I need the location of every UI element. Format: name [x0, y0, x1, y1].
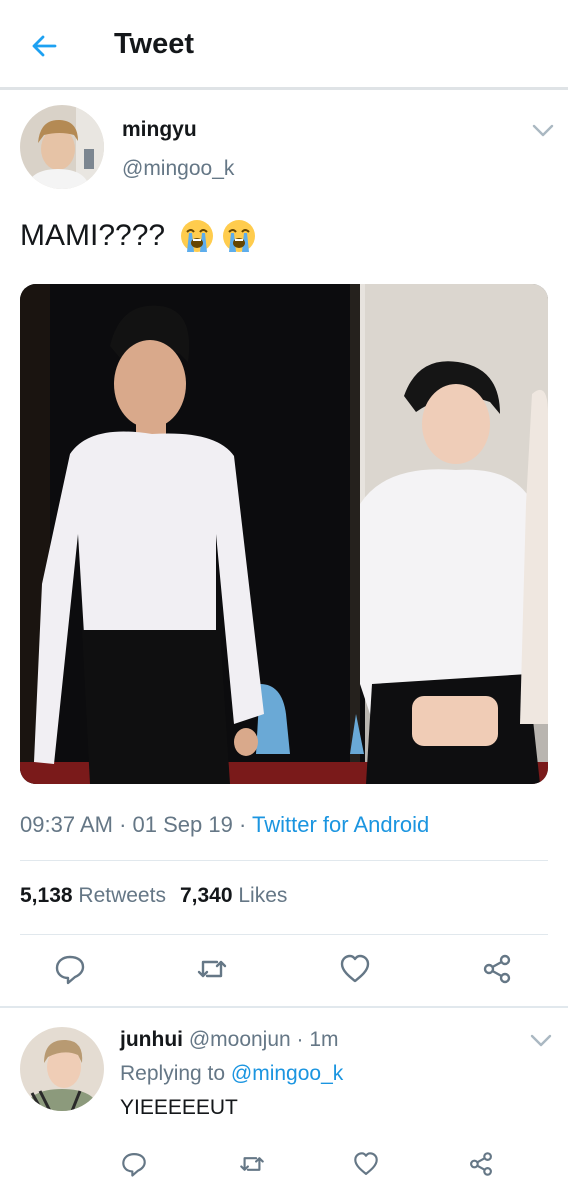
reply-author-handle[interactable]: @moonjun	[189, 1028, 291, 1051]
tweet-date: 01 Sep 19	[132, 812, 233, 837]
top-bar: Tweet	[0, 0, 568, 90]
like-count: 7,340	[179, 884, 233, 907]
page-title: Tweet	[114, 28, 195, 60]
share-icon[interactable]	[467, 1150, 495, 1178]
retweet-count: 5,138	[20, 884, 73, 907]
loudly-crying-face-icon	[179, 218, 215, 254]
reply-text: YIEEEEEUT	[120, 1096, 238, 1119]
like-icon[interactable]	[338, 952, 372, 986]
reply-header: junhui @moonjun · 1m	[120, 1028, 339, 1052]
reply-time: 1m	[309, 1028, 339, 1051]
retweet-icon[interactable]	[238, 1150, 266, 1178]
back-arrow-icon[interactable]	[26, 28, 62, 64]
author-handle[interactable]: @mingoo_k	[122, 157, 234, 181]
separator-dot: ·	[232, 812, 252, 837]
replying-prefix: Replying to	[120, 1062, 226, 1085]
chevron-down-icon[interactable]	[532, 124, 554, 138]
divider	[20, 934, 548, 935]
replying-to: Replying to @mingoo_k	[120, 1062, 343, 1086]
tweet-text-content: MAMI????	[20, 219, 166, 252]
author-name[interactable]: mingyu	[122, 118, 197, 142]
chevron-down-icon[interactable]	[530, 1034, 552, 1048]
separator-dot: ·	[112, 812, 133, 837]
reply-icon[interactable]	[53, 952, 87, 986]
retweet-label: Retweets	[78, 884, 166, 907]
tweet-source-link[interactable]: Twitter for Android	[252, 812, 429, 837]
tweet-stats: 5,138 Retweets 7,340 Likes	[20, 884, 287, 908]
tweet-timestamp: 09:37 AM · 01 Sep 19 · Twitter for Andro…	[20, 812, 429, 838]
retweet-icon[interactable]	[195, 952, 229, 986]
author-avatar[interactable]	[20, 105, 104, 189]
replying-to-mention[interactable]: @mingoo_k	[231, 1062, 343, 1085]
loudly-crying-face-icon	[221, 218, 257, 254]
tweet-photo[interactable]	[20, 284, 548, 784]
divider	[0, 1006, 568, 1008]
reply-author-name[interactable]: junhui	[120, 1028, 183, 1051]
reply-author-avatar[interactable]	[20, 1027, 104, 1111]
divider	[20, 860, 548, 861]
retweets-stat[interactable]: 5,138 Retweets	[20, 884, 166, 907]
separator-dot: ·	[290, 1028, 310, 1051]
tweet-text: MAMI????	[20, 218, 257, 254]
likes-stat[interactable]: 7,340 Likes	[180, 884, 287, 907]
reply-icon[interactable]	[120, 1150, 148, 1178]
share-icon[interactable]	[480, 952, 514, 986]
like-icon[interactable]	[352, 1150, 380, 1178]
like-label: Likes	[238, 884, 288, 907]
tweet-time: 09:37 AM	[20, 812, 113, 837]
